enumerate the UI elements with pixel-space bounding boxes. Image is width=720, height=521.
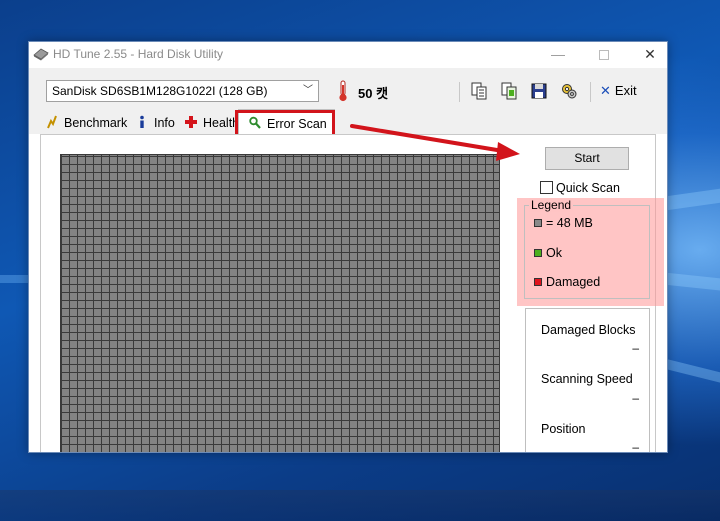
info-icon (140, 115, 144, 128)
toolbar-divider (590, 82, 591, 102)
position-value: – (632, 440, 639, 453)
benchmark-icon (47, 115, 57, 129)
tab-info[interactable]: Info (136, 114, 175, 134)
quick-scan-label: Quick Scan (556, 181, 620, 195)
health-icon (185, 116, 197, 128)
exit-button[interactable]: ✕ Exit (600, 82, 637, 102)
damaged-blocks-value: – (632, 341, 639, 355)
gray-swatch-icon (534, 219, 542, 227)
damaged-blocks-label: Damaged Blocks (541, 323, 636, 337)
maximize-button[interactable] (581, 42, 627, 68)
tab-bar: Benchmark Info Health Error Scan (29, 106, 667, 137)
thermometer-icon (339, 80, 347, 102)
toolbar: SanDisk SD6SB1M128G1022I (128 GB) ﹀ 50 캣 (29, 68, 667, 106)
temperature-readout: 50 캣 (358, 86, 389, 101)
magnifier-icon (249, 116, 261, 129)
maximize-icon (599, 50, 609, 60)
red-swatch-icon (534, 278, 542, 286)
tab-benchmark[interactable]: Benchmark (46, 114, 127, 134)
block-map-grid (60, 154, 500, 452)
legend-label: Damaged (546, 275, 601, 289)
copy-info-icon[interactable] (470, 82, 488, 100)
error-scan-panel: Start Quick Scan Legend = 48 MB Ok Damag… (40, 134, 664, 453)
tab-label: Info (154, 116, 175, 130)
quick-scan-checkbox[interactable]: Quick Scan (540, 181, 620, 197)
scanning-speed-label: Scanning Speed (541, 372, 633, 386)
legend-item-block-size: = 48 MB (534, 216, 593, 230)
exit-label: Exit (614, 83, 637, 98)
checkbox-box[interactable] (540, 181, 553, 194)
tab-label: Error Scan (267, 117, 327, 131)
tab-label: Health (203, 116, 240, 130)
tab-label: Benchmark (64, 116, 128, 130)
tab-error-scan[interactable]: Error Scan (238, 109, 335, 137)
taskbar (0, 490, 720, 521)
minimize-button[interactable]: — (535, 42, 581, 68)
save-icon[interactable] (530, 82, 548, 100)
copy-screen-icon[interactable] (500, 82, 518, 100)
green-swatch-icon (534, 249, 542, 257)
window-title: HD Tune 2.55 - Hard Disk Utility (53, 47, 224, 61)
exit-x-icon: ✕ (600, 83, 611, 98)
drive-select-value: SanDisk SD6SB1M128G1022I (128 GB) (52, 84, 268, 98)
drive-select[interactable]: SanDisk SD6SB1M128G1022I (128 GB) ﹀ (46, 80, 319, 102)
scanning-speed-value: – (632, 391, 639, 405)
tab-health[interactable]: Health (185, 114, 239, 134)
position-label: Position (541, 422, 586, 436)
toolbar-divider (459, 82, 460, 102)
title-bar[interactable]: HD Tune 2.55 - Hard Disk Utility — ✕ (29, 42, 667, 68)
legend-title: Legend (529, 198, 574, 212)
hard-disk-icon (33, 48, 49, 61)
scan-stats-panel: Damaged Blocks – Scanning Speed – Positi… (525, 308, 650, 453)
options-icon[interactable] (560, 82, 578, 100)
legend-label: Ok (546, 246, 562, 260)
chevron-down-icon: ﹀ (303, 85, 313, 96)
app-window: HD Tune 2.55 - Hard Disk Utility — ✕ San… (28, 41, 668, 453)
legend-item-ok: Ok (534, 246, 562, 260)
legend-item-damaged: Damaged (534, 275, 600, 289)
start-button[interactable]: Start (545, 147, 629, 170)
close-button[interactable]: ✕ (627, 42, 667, 68)
legend-label: = 48 MB (546, 216, 593, 230)
legend-box: Legend = 48 MB Ok Damaged (524, 198, 650, 299)
